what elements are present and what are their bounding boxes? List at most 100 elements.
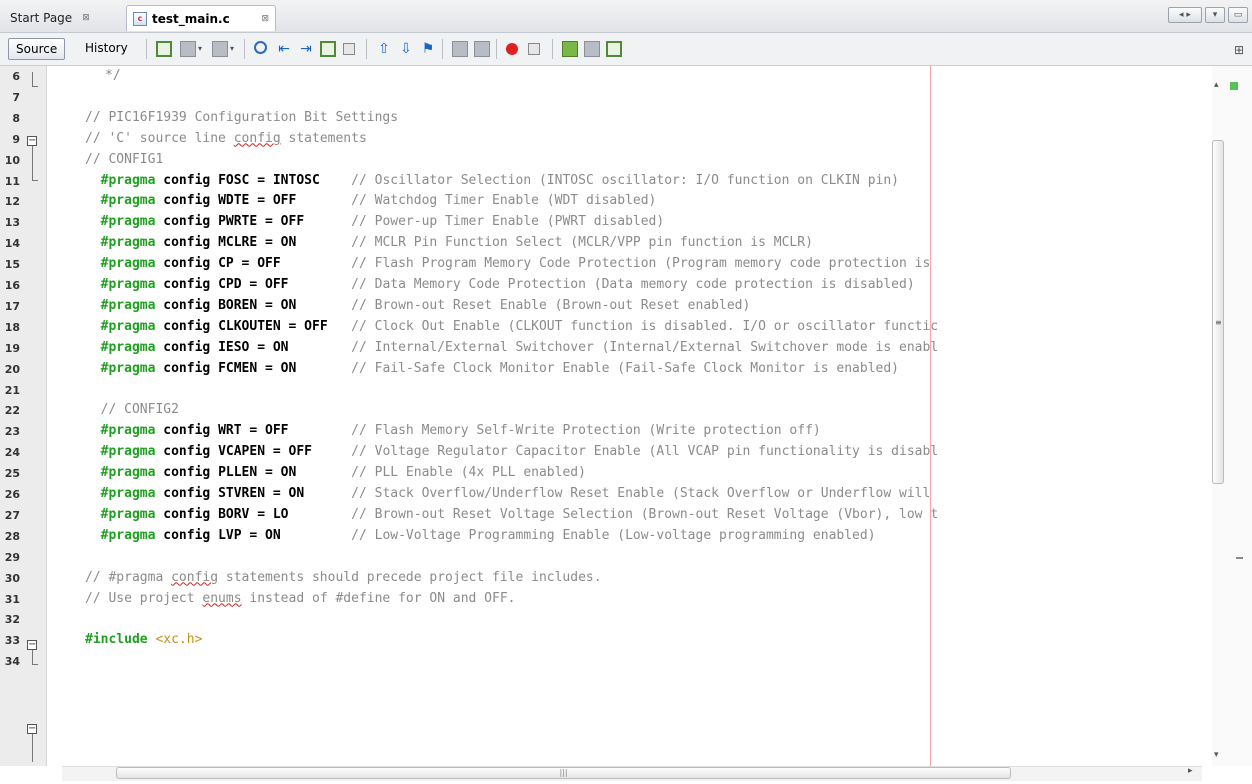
horizontal-scrollbar-thumb[interactable]: ||| (116, 767, 1011, 779)
code-line[interactable]: #pragma config BORV = LO // Brown-out Re… (85, 506, 939, 522)
c-file-icon: c (133, 11, 147, 26)
code-token: // CONFIG2 (85, 402, 179, 418)
code-token: // Flash Program Memory Code Protection … (351, 256, 931, 272)
previous-bookmark-icon[interactable]: ⇧ (376, 41, 392, 57)
code-line[interactable]: // PIC16F1939 Configuration Bit Settings (85, 110, 398, 125)
code-line[interactable]: #pragma config CPD = OFF // Data Memory … (85, 277, 915, 292)
code-token: #include (85, 632, 148, 648)
code-line[interactable]: #pragma config PWRTE = OFF // Power-up T… (85, 214, 665, 230)
toggle-rectangular-selection-icon[interactable] (343, 43, 355, 55)
line-number: 33 (4, 634, 20, 648)
code-token: // Brown-out Reset Enable (Brown-out Res… (351, 297, 751, 313)
shift-right-icon[interactable] (474, 41, 490, 57)
code-line[interactable]: #pragma config CLKOUTEN = OFF // Clock O… (85, 319, 938, 334)
scroll-down-arrow-icon[interactable]: ▾ (1214, 750, 1219, 760)
line-number: 34 (4, 655, 20, 669)
grip-icon: ≡ (1215, 318, 1222, 327)
chevron-down-icon[interactable]: ▾ (198, 44, 205, 60)
chevron-down-icon[interactable]: ▾ (230, 44, 237, 60)
line-number: 9 (12, 132, 20, 146)
find-next-icon[interactable]: ⇥ (298, 41, 314, 57)
code-line[interactable]: #pragma config BOREN = ON // Brown-out R… (85, 297, 751, 313)
code-line[interactable]: #pragma config VCAPEN = OFF // Voltage R… (85, 444, 939, 459)
code-token: // Data Memory Code Protection (Data mem… (351, 277, 915, 292)
close-icon[interactable]: ⊠ (261, 14, 269, 24)
code-token: #pragma (85, 214, 156, 230)
code-line[interactable]: // CONFIG2 (85, 402, 179, 417)
fold-end-marker (32, 180, 38, 181)
toggle-highlight-search-icon[interactable] (320, 41, 336, 57)
source-tab[interactable]: Source (8, 38, 66, 60)
toolbar-separator (496, 39, 497, 59)
scroll-up-arrow-icon[interactable]: ▴ (1214, 80, 1219, 90)
stop-macro-recording-icon[interactable] (528, 43, 540, 55)
fold-guide (32, 146, 33, 180)
next-bookmark-icon[interactable]: ⇩ (398, 41, 414, 57)
fold-collapse-icon[interactable]: − (27, 724, 37, 734)
close-icon[interactable]: ⊠ (82, 13, 90, 23)
code-editor[interactable]: − − − 6 7 8 9 10 11 12 13 14 15 16 17 18 19 20 21 22 23 24… (0, 66, 1252, 784)
toggle-bookmark-icon[interactable]: ⚑ (420, 41, 436, 57)
code-line[interactable]: // CONFIG1 (85, 152, 163, 167)
history-tab[interactable]: History (78, 38, 135, 60)
code-token: // Use project (85, 590, 203, 606)
comment-icon[interactable] (562, 41, 578, 57)
maximize-button[interactable]: ▭ (1228, 7, 1248, 23)
start-macro-recording-icon[interactable] (506, 43, 518, 55)
show-opened-documents-button[interactable]: ▾ (1205, 7, 1225, 23)
code-token: statements (280, 130, 367, 146)
forward-icon[interactable] (212, 41, 228, 57)
code-line[interactable]: #pragma config WDTE = OFF // Watchdog Ti… (85, 193, 657, 209)
code-token: // Watchdog Timer Enable (WDT disabled) (351, 193, 657, 209)
code-token: // Internal/External Switchover (Interna… (351, 339, 939, 355)
window-controls: ◂ ▸ ▾ ▭ (1168, 7, 1248, 23)
code-text-area[interactable]: */ // PIC16F1939 Configuration Bit Settin… (47, 66, 1212, 766)
code-line[interactable]: // #pragma config statements should prec… (85, 570, 602, 585)
code-line[interactable]: #pragma config LVP = ON // Low-Voltage P… (85, 528, 876, 543)
find-icon[interactable] (254, 41, 267, 54)
code-token: // Oscillator Selection (INTOSC oscillat… (351, 172, 900, 188)
line-number: 30 (4, 571, 20, 585)
tab-test-main-c[interactable]: c test_main.c ⊠ (126, 5, 276, 31)
code-line[interactable]: #pragma config FCMEN = ON // Fail-Safe C… (85, 361, 899, 376)
uncomment-icon[interactable] (584, 41, 600, 57)
shift-left-icon[interactable] (452, 41, 468, 57)
split-window-icon[interactable]: ⊞ (1234, 43, 1244, 57)
line-number: 16 (4, 279, 20, 292)
error-stripe-mark[interactable] (1236, 557, 1243, 559)
code-line[interactable]: */ (105, 68, 121, 83)
scroll-tabs-button[interactable]: ◂ ▸ (1168, 7, 1202, 23)
code-line[interactable]: #pragma config MCLRE = ON // MCLR Pin Fu… (85, 235, 813, 250)
line-number: 27 (4, 508, 20, 522)
find-previous-icon[interactable]: ⇤ (276, 41, 292, 57)
tab-start-page[interactable]: Start Page ⊠ (4, 5, 126, 31)
fold-collapse-icon[interactable]: − (27, 640, 37, 650)
toolbar-separator (442, 39, 443, 59)
code-line[interactable]: #pragma config WRT = OFF // Flash Memory… (85, 423, 821, 438)
line-number: 19 (4, 341, 20, 355)
last-edit-icon[interactable] (156, 41, 172, 57)
code-line[interactable]: #pragma config PLLEN = ON // PLL Enable … (85, 465, 586, 480)
code-token: config LVP = ON (155, 527, 281, 543)
vertical-scrollbar-thumb[interactable] (1212, 140, 1224, 484)
code-line[interactable]: #include <xc.h> (85, 632, 202, 647)
fold-collapse-icon[interactable]: − (27, 136, 37, 146)
code-line[interactable]: #pragma config STVREN = ON // Stack Over… (85, 486, 931, 501)
diff-icon[interactable] (606, 41, 622, 57)
code-line[interactable]: #pragma config FOSC = INTOSC // Oscillat… (85, 173, 899, 188)
code-line[interactable]: // 'C' source line config statements (85, 131, 367, 146)
scroll-right-arrow-icon[interactable]: ▸ (1188, 766, 1193, 776)
code-token: config IESO = ON (155, 339, 289, 355)
code-line[interactable]: // Use project enums instead of #define … (85, 591, 515, 606)
code-line[interactable]: #pragma config CP = OFF // Flash Program… (85, 256, 931, 272)
code-token: // Flash Memory Self-Write Protection (W… (351, 423, 821, 439)
code-line[interactable]: #pragma config IESO = ON // Internal/Ext… (85, 339, 939, 355)
back-icon[interactable] (180, 41, 196, 57)
line-number: 10 (4, 153, 20, 167)
code-token: // Brown-out Reset Voltage Selection (Br… (351, 506, 939, 522)
